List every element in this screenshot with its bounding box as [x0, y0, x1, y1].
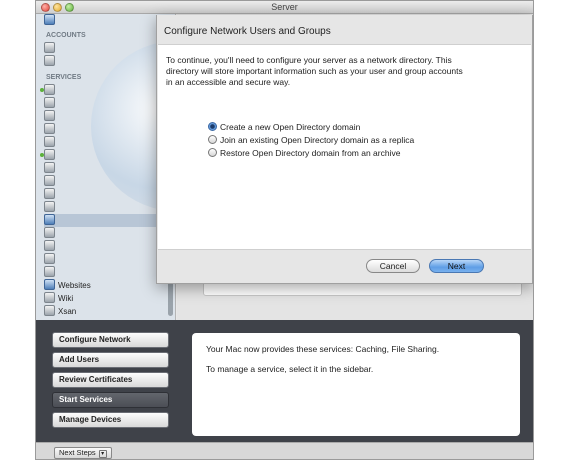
close-button[interactable] — [41, 3, 50, 12]
info-line: Your Mac now provides these services: Ca… — [206, 344, 440, 354]
info-line: To manage a service, select it in the si… — [206, 364, 374, 374]
window-title: Server — [271, 2, 298, 12]
next-steps-panel: Configure Network Add Users Review Certi… — [36, 320, 533, 442]
directory-icon — [44, 214, 55, 225]
sidebar-item-websites[interactable]: Websites — [44, 279, 170, 292]
server-window: Server ACCOUNTS SERVICES Websites Wiki X… — [35, 0, 534, 460]
step-info-box: Your Mac now provides these services: Ca… — [192, 333, 520, 436]
radio-icon[interactable] — [208, 135, 217, 144]
option-create-domain[interactable]: Create a new Open Directory domain — [208, 122, 360, 133]
step-manage-devices[interactable]: Manage Devices — [52, 412, 169, 428]
sidebar-item-service[interactable] — [44, 253, 170, 266]
sidebar-section-services: SERVICES — [46, 74, 82, 81]
radio-selected-icon[interactable] — [208, 122, 217, 131]
title-bar: Server — [36, 1, 533, 14]
sheet-description: To continue, you'll need to configure yo… — [166, 55, 463, 87]
sheet-title: Configure Network Users and Groups — [164, 26, 331, 37]
service-icon — [44, 188, 55, 199]
service-icon — [44, 162, 55, 173]
sidebar-item-service[interactable] — [44, 240, 170, 253]
calendar-icon — [44, 97, 55, 108]
group-icon — [44, 55, 55, 66]
sidebar-item-selected[interactable] — [44, 214, 170, 227]
server-icon — [44, 14, 55, 25]
radio-icon[interactable] — [208, 148, 217, 157]
globe-icon — [44, 279, 55, 290]
user-icon — [44, 42, 55, 53]
sidebar-item-xsan[interactable]: Xsan — [44, 305, 170, 318]
sidebar-item-service[interactable] — [44, 266, 170, 279]
update-icon — [44, 240, 55, 251]
step-review-certificates[interactable]: Review Certificates — [52, 372, 169, 388]
option-label: Restore Open Directory domain from an ar… — [220, 148, 401, 158]
minimize-button[interactable] — [53, 3, 62, 12]
sidebar-item-label: Wiki — [58, 294, 74, 303]
profile-icon — [44, 227, 55, 238]
step-add-users[interactable]: Add Users — [52, 352, 169, 368]
option-restore-archive[interactable]: Restore Open Directory domain from an ar… — [208, 148, 400, 159]
vpn-icon — [44, 266, 55, 277]
service-icon — [44, 175, 55, 186]
sidebar-item-wiki[interactable]: Wiki — [44, 292, 170, 305]
status-on-icon — [40, 153, 44, 157]
zoom-button[interactable] — [65, 3, 74, 12]
folder-icon — [44, 149, 55, 160]
sidebar-item-service[interactable] — [44, 227, 170, 240]
service-icon — [44, 123, 55, 134]
next-steps-label: Next Steps — [59, 448, 96, 457]
sidebar-item-label: Websites — [58, 281, 91, 290]
time-machine-icon — [44, 253, 55, 264]
step-start-services[interactable]: Start Services — [52, 392, 169, 408]
service-icon — [44, 136, 55, 147]
step-configure-network[interactable]: Configure Network — [52, 332, 169, 348]
footer-bar: Next Steps ▾ — [36, 442, 533, 459]
sidebar-item-server[interactable] — [44, 14, 170, 27]
chevron-down-icon: ▾ — [98, 450, 107, 458]
service-icon — [44, 201, 55, 212]
option-label: Join an existing Open Directory domain a… — [220, 135, 415, 145]
xsan-icon — [44, 305, 55, 316]
cancel-button[interactable]: Cancel — [366, 259, 420, 273]
option-label: Create a new Open Directory domain — [220, 122, 361, 132]
wiki-icon — [44, 292, 55, 303]
status-on-icon — [40, 88, 44, 92]
configure-network-sheet: Configure Network Users and Groups To co… — [156, 15, 533, 284]
sidebar-item-label: Xsan — [58, 307, 77, 316]
service-icon — [44, 110, 55, 121]
sidebar-section-accounts: ACCOUNTS — [46, 32, 86, 39]
sheet-body: To continue, you'll need to configure yo… — [158, 44, 531, 250]
next-button[interactable]: Next — [429, 259, 484, 273]
service-icon — [44, 84, 55, 95]
option-join-replica[interactable]: Join an existing Open Directory domain a… — [208, 135, 414, 146]
next-steps-toggle[interactable]: Next Steps ▾ — [54, 447, 112, 459]
